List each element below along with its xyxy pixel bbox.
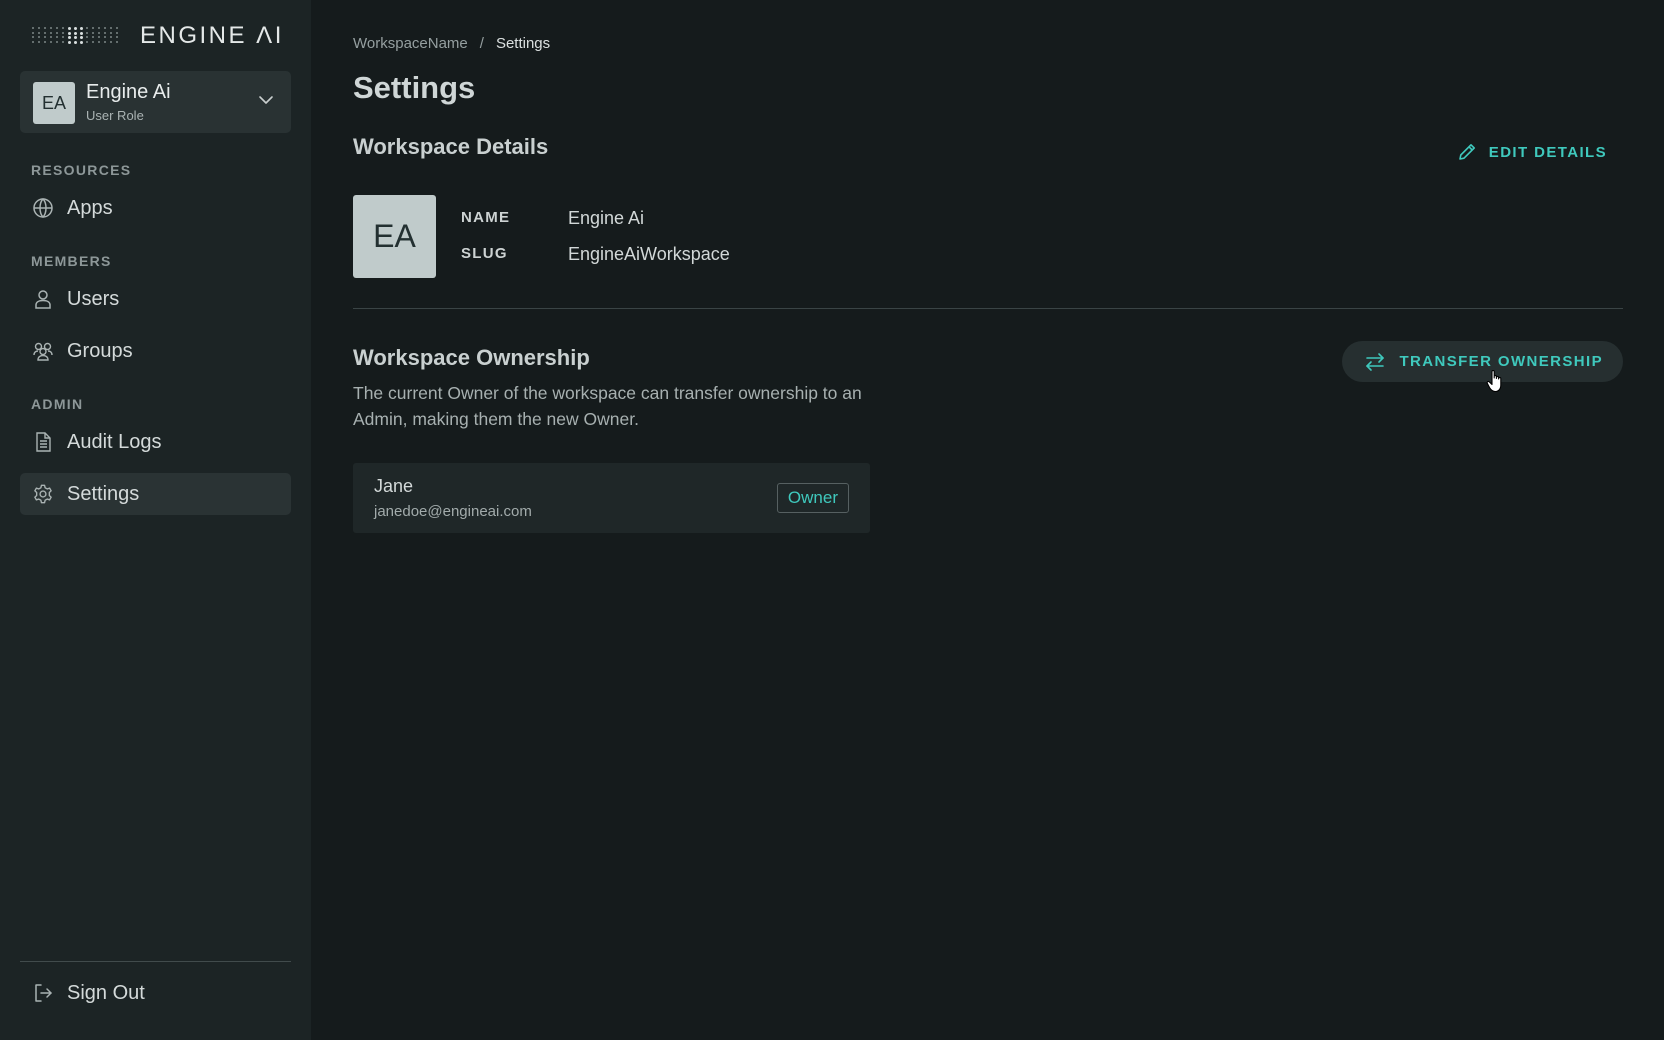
detail-value-name: Engine Ai [568, 208, 645, 228]
brand-name: ENGINE ΛI [140, 22, 284, 49]
sidebar-item-settings[interactable]: Settings [20, 473, 291, 515]
owner-card: Jane janedoe@engineai.com Owner [353, 463, 870, 533]
sidebar-item-label: Audit Logs [67, 430, 162, 453]
section-divider [353, 308, 1623, 309]
breadcrumb-current: Settings [495, 35, 551, 52]
workspace-avatar: EA [33, 82, 75, 124]
ownership-description: The current Owner of the workspace can t… [353, 383, 862, 429]
breadcrumb-workspace[interactable]: WorkspaceName [353, 35, 468, 52]
sign-out-button[interactable]: Sign Out [20, 972, 291, 1014]
sidebar-item-label: Settings [67, 482, 140, 505]
sidebar-item-groups[interactable]: Groups [20, 330, 291, 372]
transfer-arrows-icon [1366, 352, 1385, 371]
group-icon [32, 340, 54, 362]
detail-key-name: NAME [461, 209, 511, 226]
sidebar-item-label: Groups [67, 339, 133, 362]
edit-details-button[interactable]: EDIT DETAILS [1457, 140, 1607, 164]
detail-key-slug: SLUG [461, 245, 508, 262]
section-label-members: MEMBERS [31, 253, 112, 269]
section-label-resources: RESOURCES [31, 162, 132, 178]
detail-value-slug: EngineAiWorkspace [568, 244, 730, 264]
hand-cursor-icon [1486, 369, 1502, 393]
sidebar: ENGINE ΛI EA Engine Ai User Role RESOURC… [0, 0, 311, 1040]
breadcrumb-separator: / [479, 35, 484, 52]
chevron-down-icon [259, 96, 273, 104]
sign-out-label: Sign Out [67, 981, 145, 1004]
workspace-details-title: Workspace Details [353, 134, 549, 159]
transfer-ownership-button[interactable]: TRANSFER OWNERSHIP [1342, 341, 1623, 382]
document-icon [32, 431, 54, 453]
gear-icon [32, 483, 54, 505]
sidebar-item-users[interactable]: Users [20, 278, 291, 320]
workspace-ownership-title: Workspace Ownership [353, 345, 590, 370]
workspace-avatar-large: EA [353, 195, 436, 278]
edit-details-label: EDIT DETAILS [1488, 143, 1607, 161]
pencil-icon [1458, 144, 1475, 160]
owner-email: janedoe@engineai.com [374, 503, 532, 520]
sidebar-item-audit-logs[interactable]: Audit Logs [20, 421, 291, 463]
section-label-admin: ADMIN [31, 396, 84, 412]
main-content: WorkspaceName / Settings Settings Worksp… [353, 0, 1623, 1040]
breadcrumb: WorkspaceName / Settings [353, 35, 550, 52]
brand-logo[interactable]: ENGINE ΛI [32, 22, 281, 50]
owner-badge: Owner [776, 483, 849, 513]
globe-icon [32, 197, 54, 219]
owner-name: Jane [374, 476, 414, 496]
sidebar-item-apps[interactable]: Apps [20, 187, 291, 229]
logo-dots-icon [32, 27, 122, 45]
workspace-role: User Role [86, 108, 144, 123]
sign-out-icon [32, 982, 54, 1004]
workspace-name: Engine Ai [86, 81, 171, 103]
page-title: Settings [353, 70, 476, 105]
workspace-switcher[interactable]: EA Engine Ai User Role [20, 71, 291, 133]
sidebar-divider [20, 961, 291, 962]
sidebar-item-label: Apps [67, 196, 113, 219]
sidebar-item-label: Users [67, 287, 120, 310]
user-icon [32, 288, 54, 310]
